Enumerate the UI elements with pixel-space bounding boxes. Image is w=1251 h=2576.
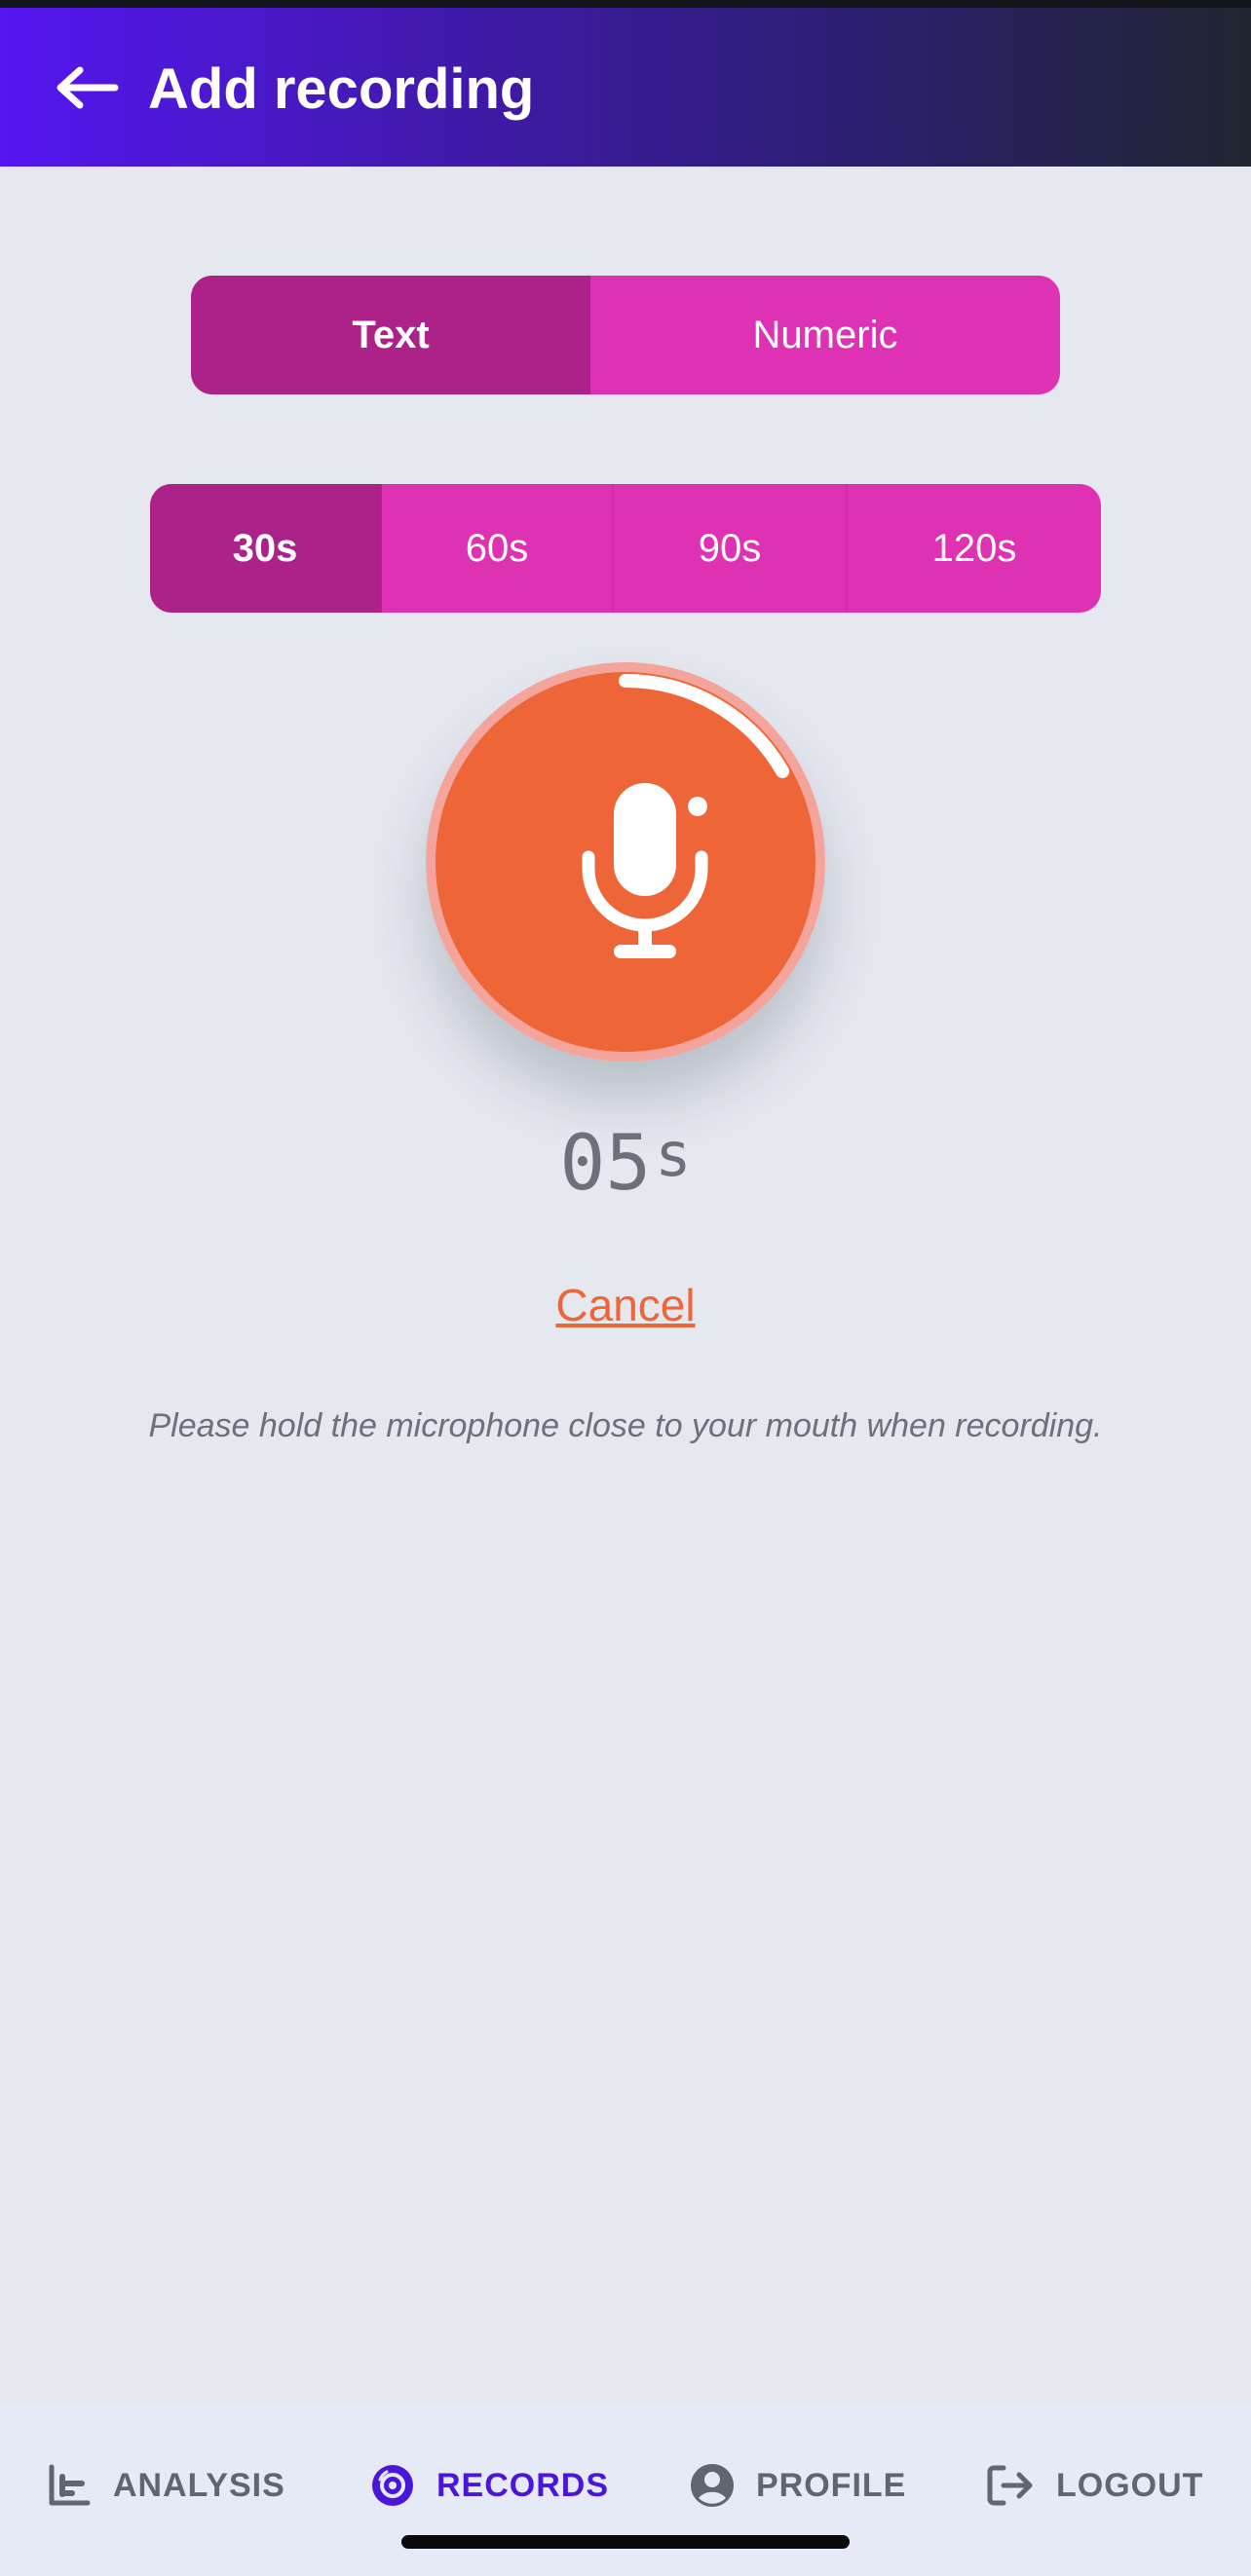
record-button[interactable] — [436, 672, 815, 1052]
nav-label-analysis: ANALYSIS — [113, 2466, 285, 2504]
nav-item-profile[interactable]: PROFILE — [690, 2456, 906, 2515]
microphone-icon — [582, 783, 708, 958]
recording-timer: 05s — [0, 1119, 1251, 1208]
home-indicator — [401, 2535, 850, 2549]
timer-value: 05 — [559, 1120, 652, 1208]
bottom-navigation: ANALYSIS RECORDS PROFILE LOGOUT — [0, 2403, 1251, 2576]
bar-chart-icon — [47, 2463, 92, 2508]
duration-option-60s[interactable]: 60s — [382, 484, 614, 613]
app-screen: Add recording Text Numeric 30s 60s 90s 1… — [0, 0, 1251, 2576]
recording-type-selector: Text Numeric — [191, 276, 1060, 394]
record-control — [426, 662, 825, 1062]
logout-icon — [986, 2463, 1035, 2508]
type-option-text[interactable]: Text — [191, 276, 590, 394]
app-header: Add recording — [0, 8, 1251, 167]
nav-item-records[interactable]: RECORDS — [370, 2456, 609, 2515]
status-bar-strip — [0, 0, 1251, 8]
user-circle-icon — [690, 2463, 735, 2508]
back-button[interactable] — [53, 58, 121, 117]
record-disc-icon — [370, 2463, 415, 2508]
timer-unit: s — [655, 1119, 692, 1190]
nav-label-records: RECORDS — [436, 2466, 610, 2504]
duration-selector: 30s 60s 90s 120s — [150, 484, 1101, 613]
nav-label-profile: PROFILE — [756, 2466, 907, 2504]
cancel-link[interactable]: Cancel — [0, 1276, 1251, 1334]
type-option-numeric[interactable]: Numeric — [590, 276, 1060, 394]
nav-label-logout: LOGOUT — [1056, 2466, 1204, 2504]
arrow-left-icon — [57, 66, 119, 109]
nav-item-logout[interactable]: LOGOUT — [986, 2456, 1203, 2515]
page-title: Add recording — [148, 57, 535, 121]
nav-item-analysis[interactable]: ANALYSIS — [47, 2456, 285, 2515]
duration-option-90s[interactable]: 90s — [614, 484, 848, 613]
duration-option-120s[interactable]: 120s — [848, 484, 1101, 613]
duration-option-30s[interactable]: 30s — [150, 484, 382, 613]
recording-hint: Please hold the microphone close to your… — [148, 1407, 1103, 1444]
